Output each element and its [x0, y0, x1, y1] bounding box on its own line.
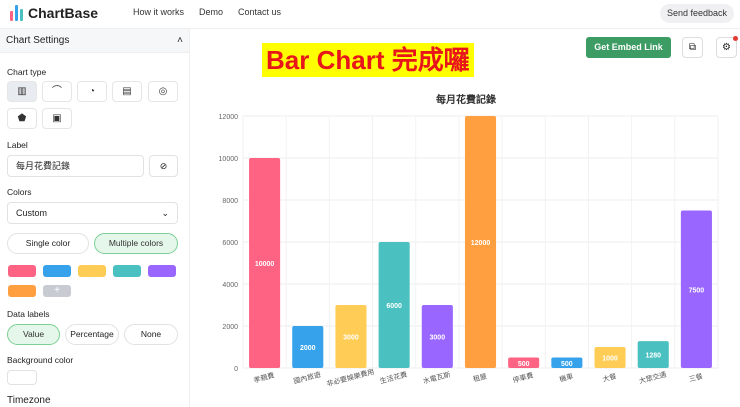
pie-chart-type-button[interactable]: ◔	[77, 81, 107, 102]
section-title: Chart Settings	[6, 35, 70, 46]
y-tick-label: 4000	[222, 282, 238, 289]
x-tick-label: 大餐	[601, 371, 617, 383]
doughnut-chart-type-button[interactable]: ◎	[148, 81, 178, 102]
hide-label-icon[interactable]: ⊘	[149, 155, 178, 177]
colors-select[interactable]: Custom ⌄	[7, 202, 178, 224]
y-tick-label: 10000	[219, 156, 239, 163]
bar-chart-type-button[interactable]: ▥	[7, 81, 37, 102]
nav-how-it-works[interactable]: How it works	[133, 7, 184, 17]
bar	[464, 116, 497, 368]
sidebar: Chart Settings ˄ Chart type ▥ ⌒ ◔ ▤ ◎ ⬟ ▣…	[0, 29, 190, 407]
add-color-button[interactable]: +	[43, 285, 71, 297]
settings-gear-icon[interactable]: ⚙	[716, 36, 738, 58]
radar-chart-type-button[interactable]: ⬟	[7, 108, 37, 129]
chart-title: 每月花費記錄	[436, 93, 496, 106]
data-label: 10000	[255, 261, 275, 268]
bar	[680, 210, 712, 368]
label-heading: Label	[7, 140, 28, 150]
nav-contact[interactable]: Contact us	[238, 7, 281, 17]
colors-select-value: Custom	[16, 208, 48, 218]
y-tick-label: 0	[234, 366, 238, 373]
timezone-heading: Timezone	[7, 395, 51, 406]
copy-icon[interactable]: ⧉	[682, 37, 703, 58]
colors-heading: Colors	[7, 187, 32, 197]
top-bar: ChartBase How it works Demo Contact us S…	[0, 0, 740, 29]
background-color-picker[interactable]	[7, 370, 37, 385]
y-tick-label: 12000	[219, 114, 239, 121]
color-swatch[interactable]	[148, 265, 176, 277]
data-label: 500	[518, 361, 530, 368]
data-label-none-button[interactable]: None	[124, 324, 178, 345]
send-feedback-button[interactable]: Send feedback	[659, 4, 734, 23]
color-swatch[interactable]	[8, 265, 36, 277]
logo[interactable]: ChartBase	[10, 5, 98, 21]
x-tick-label: 三餐	[688, 371, 704, 383]
color-swatch[interactable]	[43, 265, 71, 277]
nav-demo[interactable]: Demo	[199, 7, 223, 17]
chart-settings-header[interactable]: Chart Settings ˄	[0, 29, 189, 53]
horizontal-bar-chart-type-button[interactable]: ▤	[112, 81, 142, 102]
x-tick-label: 孝親費	[253, 371, 276, 385]
chevron-up-icon[interactable]: ˄	[177, 35, 183, 46]
chart-type-label: Chart type	[7, 67, 47, 77]
line-chart-type-button[interactable]: ⌒	[42, 81, 72, 102]
bar	[508, 357, 540, 368]
bar	[594, 347, 626, 368]
logo-icon	[10, 5, 23, 21]
x-tick-label: 租屋	[472, 372, 488, 383]
bar	[421, 305, 453, 368]
notification-dot	[733, 36, 738, 41]
data-label: 3000	[343, 335, 359, 342]
data-labels-heading: Data labels	[7, 309, 50, 319]
bar	[378, 242, 410, 368]
bar	[292, 326, 324, 368]
data-label: 12000	[471, 240, 491, 247]
data-label: 6000	[386, 303, 402, 310]
polar-chart-type-button[interactable]: ▣	[42, 108, 72, 129]
y-tick-label: 6000	[222, 240, 238, 247]
data-label: 1000	[602, 356, 618, 363]
x-tick-label: 機車	[558, 371, 574, 383]
x-tick-label: 生活花費	[379, 370, 408, 386]
x-tick-label: 大眾交通	[638, 370, 667, 386]
get-embed-link-button[interactable]: Get Embed Link	[586, 37, 671, 58]
data-label-percentage-button[interactable]: Percentage	[65, 324, 119, 345]
color-swatch[interactable]	[113, 265, 141, 277]
multiple-colors-button[interactable]: Multiple colors	[94, 233, 178, 254]
color-swatch[interactable]	[78, 265, 106, 277]
data-label: 2000	[300, 345, 316, 352]
bar	[335, 305, 367, 368]
data-label: 500	[561, 361, 573, 368]
single-color-button[interactable]: Single color	[7, 233, 89, 254]
x-tick-label: 非必要娛樂費用	[325, 367, 375, 388]
data-label: 3000	[430, 335, 446, 342]
label-input[interactable]: 每月花費記錄	[7, 155, 144, 177]
app-name: ChartBase	[28, 5, 99, 21]
y-tick-label: 8000	[222, 198, 238, 205]
x-tick-label: 停車費	[512, 371, 535, 385]
data-label: 1280	[645, 353, 661, 360]
bar	[249, 158, 281, 368]
bar	[551, 357, 583, 368]
data-label: 7500	[689, 287, 705, 294]
background-color-heading: Background color	[7, 355, 74, 365]
x-tick-label: 國內旅遊	[292, 370, 321, 386]
banner-text: Bar Chart 完成囉	[262, 43, 474, 77]
bar	[637, 341, 669, 368]
color-swatch[interactable]	[8, 285, 36, 297]
x-tick-label: 水電瓦斯	[422, 370, 451, 386]
data-label-value-button[interactable]: Value	[7, 324, 60, 345]
chevron-down-icon: ⌄	[161, 208, 169, 218]
y-tick-label: 2000	[222, 324, 238, 331]
